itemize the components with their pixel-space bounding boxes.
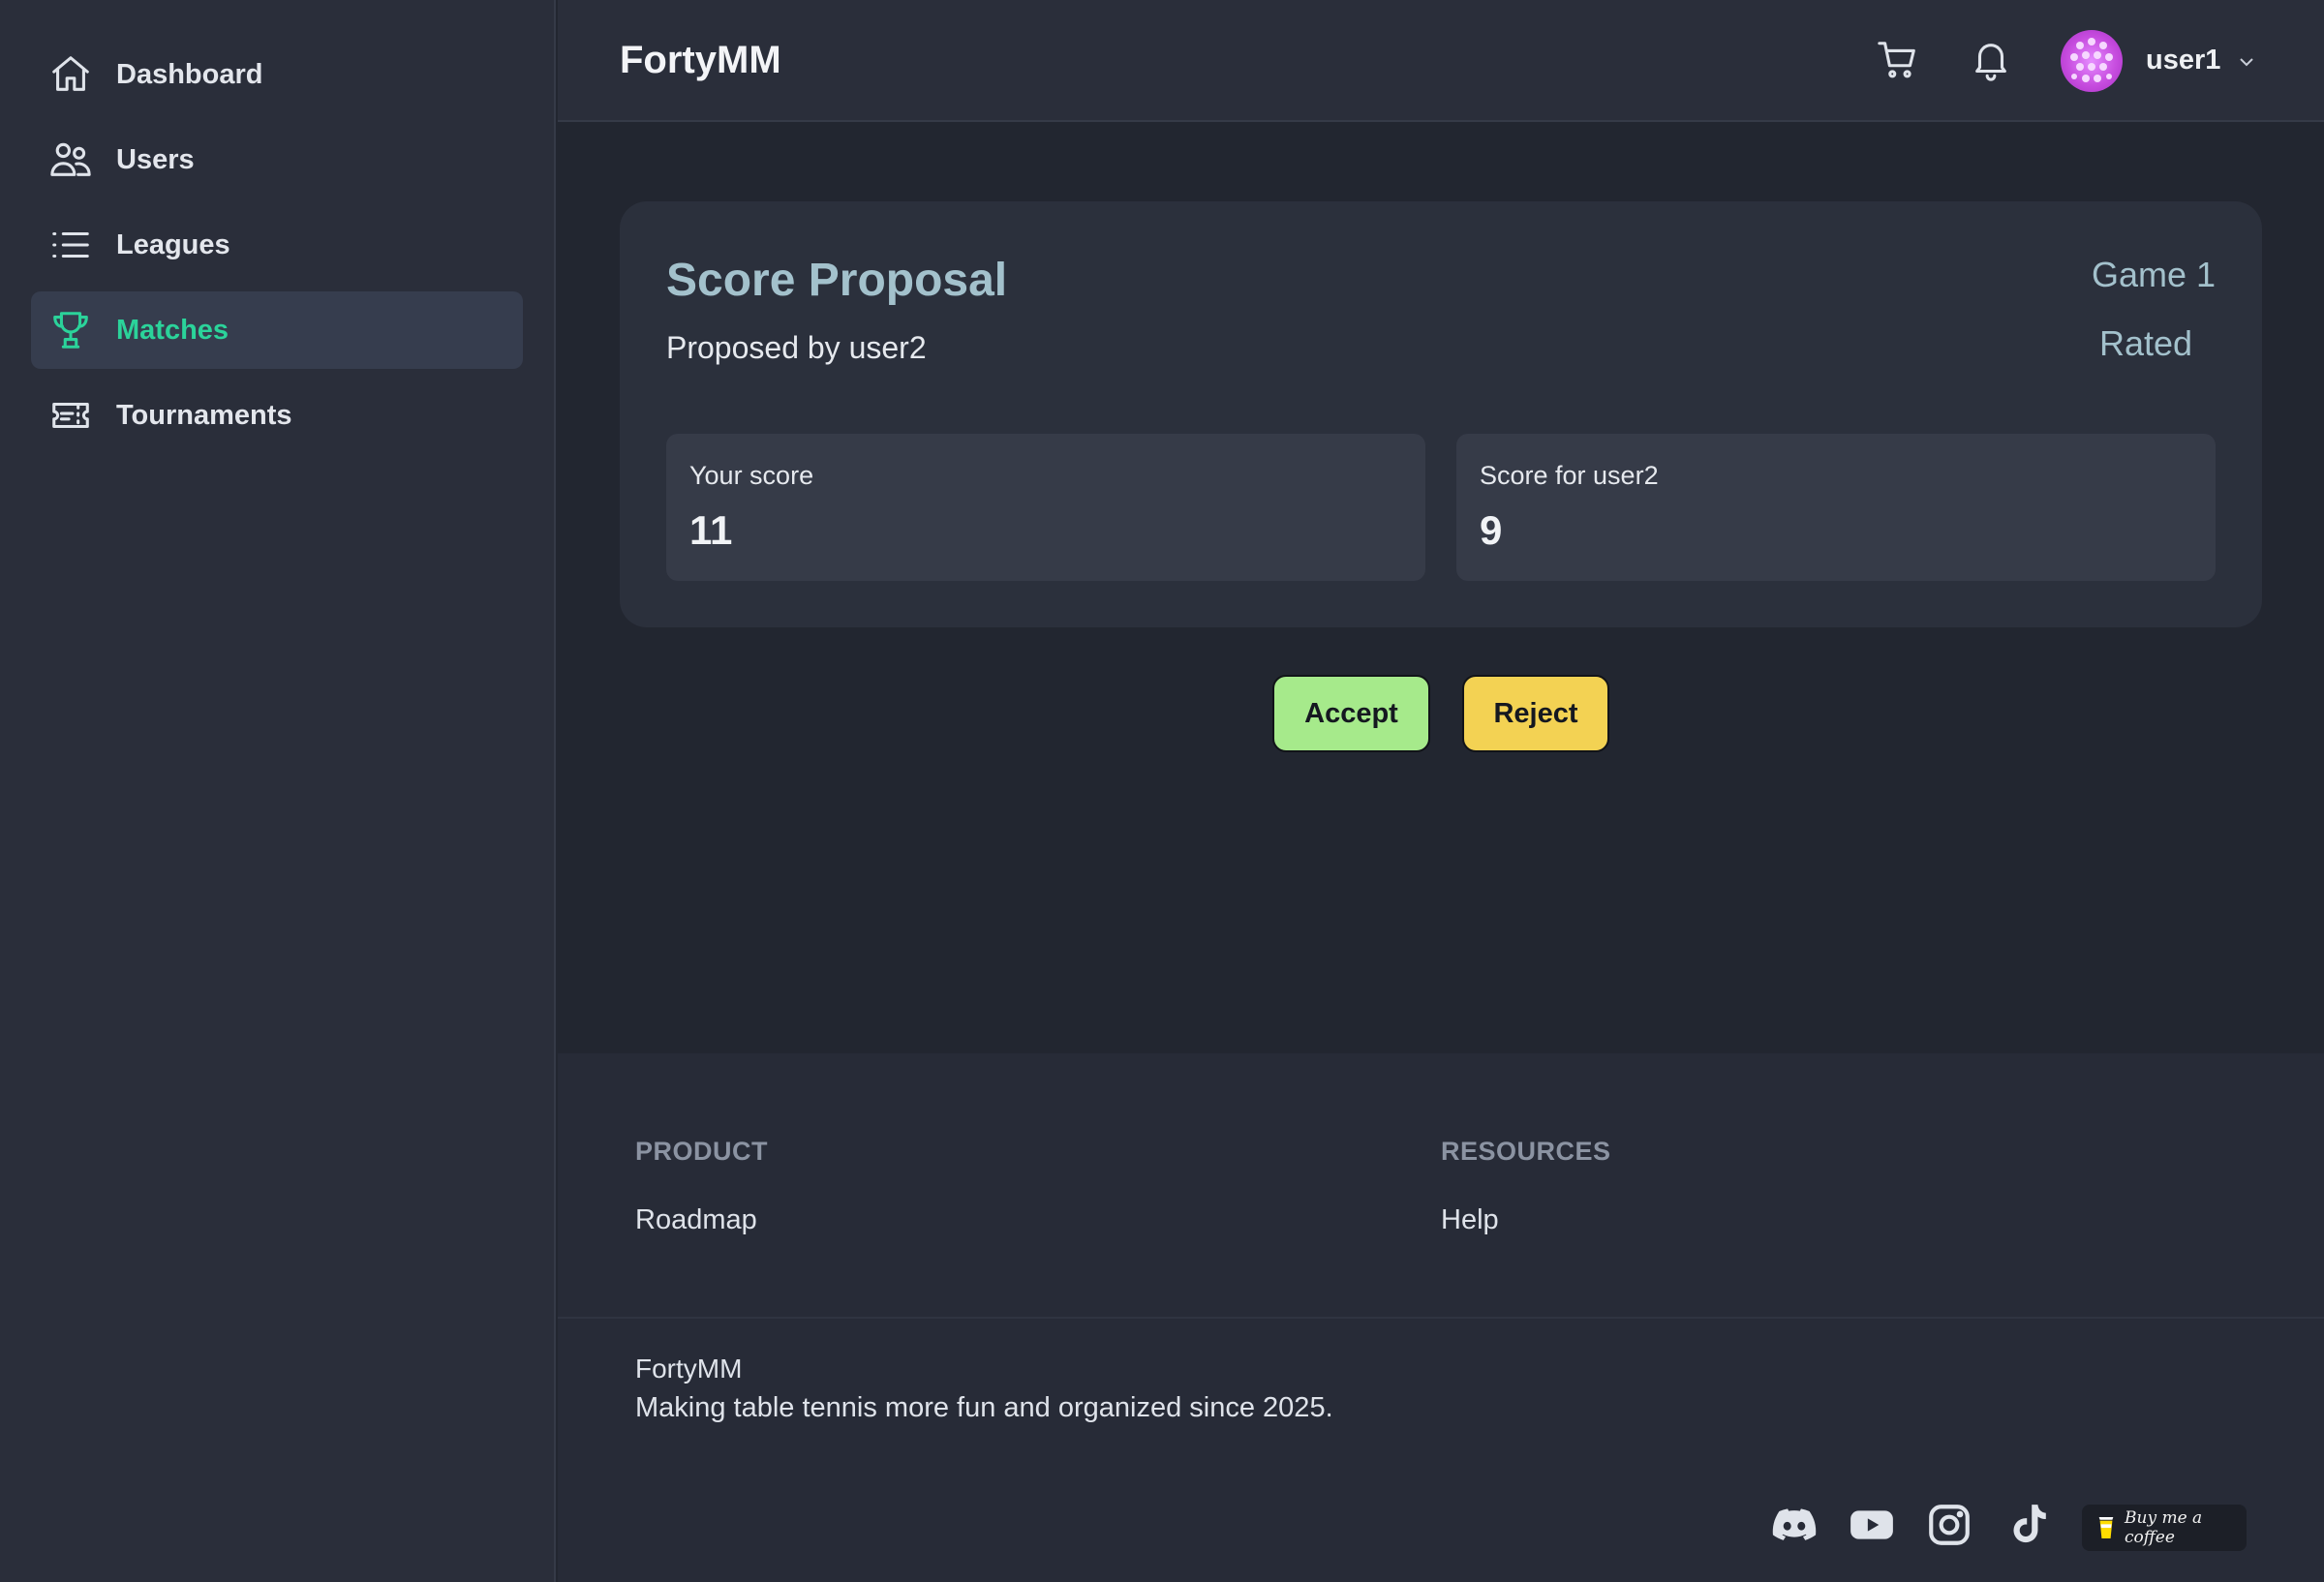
user-name[interactable]: user1 (2146, 45, 2220, 76)
chevron-down-icon[interactable] (2235, 50, 2258, 74)
users-icon (48, 137, 93, 182)
footer-divider (558, 1317, 2324, 1319)
sidebar-item-leagues[interactable]: Leagues (31, 206, 523, 284)
buy-me-a-coffee-button[interactable]: Buy me a coffee (2082, 1505, 2247, 1551)
bell-icon[interactable] (1968, 37, 2014, 83)
sidebar-item-label: Leagues (116, 228, 230, 260)
sidebar-item-tournaments[interactable]: Tournaments (31, 377, 523, 454)
home-icon (48, 52, 93, 97)
discord-icon[interactable] (1768, 1499, 1820, 1551)
trophy-icon (48, 308, 93, 352)
footer-product-heading: PRODUCT (635, 1137, 768, 1166)
accept-button[interactable]: Accept (1272, 675, 1430, 752)
sidebar-item-label: Matches (116, 314, 229, 346)
youtube-icon[interactable] (1846, 1499, 1898, 1551)
reject-button[interactable]: Reject (1462, 675, 1609, 752)
footer-resources-heading: RESOURCES (1441, 1137, 1611, 1166)
opponent-score-box: Score for user2 9 (1456, 434, 2216, 581)
sidebar-item-matches[interactable]: Matches (31, 291, 523, 369)
opponent-score-value: 9 (1480, 507, 1503, 553)
sidebar-item-users[interactable]: Users (31, 121, 523, 198)
card-title: Score Proposal (666, 255, 1008, 306)
footer-tagline: Making table tennis more fun and organiz… (635, 1392, 1333, 1423)
your-score-box: Your score 11 (666, 434, 1425, 581)
score-proposal-card: Score Proposal Proposed by user2 Game 1 … (620, 201, 2262, 627)
your-score-label: Your score (689, 461, 814, 490)
footer-link-roadmap[interactable]: Roadmap (635, 1204, 757, 1236)
game-number: Game 1 (2091, 255, 2216, 294)
sidebar: Dashboard Users Leagues Matches Tourname… (0, 0, 556, 1582)
app-root: Dashboard Users Leagues Matches Tourname… (0, 0, 2324, 1582)
list-icon (48, 223, 93, 267)
instagram-icon[interactable] (1923, 1499, 1975, 1551)
tiktok-icon[interactable] (2001, 1499, 2053, 1551)
sidebar-item-dashboard[interactable]: Dashboard (31, 36, 523, 113)
opponent-score-label: Score for user2 (1480, 461, 1659, 490)
avatar[interactable] (2061, 30, 2123, 92)
buy-me-a-coffee-label: Buy me a coffee (2125, 1508, 2203, 1547)
ticket-icon (48, 393, 93, 438)
top-header: FortyMM user1 (558, 0, 2324, 122)
rated-badge: Rated (2099, 323, 2193, 363)
brand-title[interactable]: FortyMM (620, 39, 781, 82)
sidebar-item-label: Users (116, 143, 195, 175)
proposed-by-text: Proposed by user2 (666, 330, 927, 365)
footer-brand: FortyMM (635, 1354, 743, 1384)
cart-icon[interactable] (1875, 37, 1921, 83)
sidebar-item-label: Tournaments (116, 399, 292, 431)
your-score-value: 11 (689, 507, 733, 553)
footer-link-help[interactable]: Help (1441, 1204, 1499, 1236)
footer: PRODUCT Roadmap RESOURCES Help FortyMM M… (558, 1053, 2324, 1582)
sidebar-item-label: Dashboard (116, 58, 263, 90)
coffee-cup-icon (2098, 1517, 2114, 1538)
